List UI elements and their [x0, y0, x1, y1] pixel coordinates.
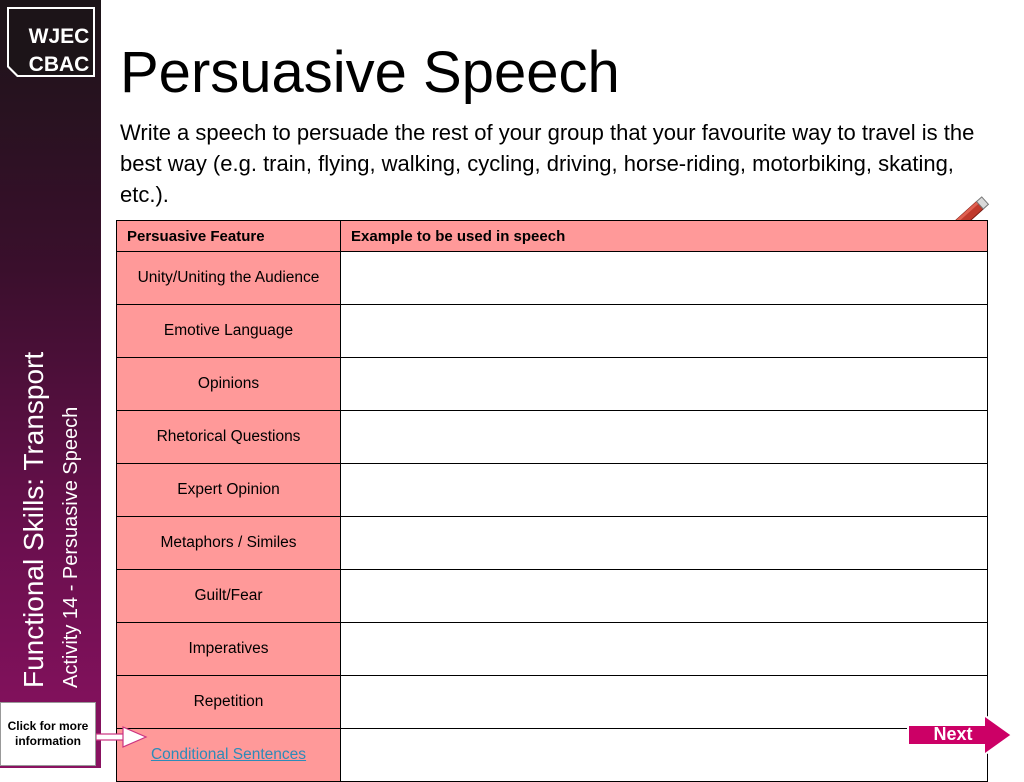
table-row: Unity/Uniting the Audience	[116, 251, 988, 305]
table-row: Rhetorical Questions	[116, 410, 988, 464]
next-button[interactable]: Next	[906, 724, 1000, 745]
table-row: Expert Opinion	[116, 463, 988, 517]
column-header-example: Example to be used in speech	[340, 220, 988, 252]
feature-cell: Repetition	[116, 675, 341, 729]
example-cell[interactable]	[340, 304, 988, 358]
table-row: Guilt/Fear	[116, 569, 988, 623]
feature-cell: Conditional Sentences	[116, 728, 341, 782]
example-cell[interactable]	[340, 410, 988, 464]
table-row: Conditional Sentences	[116, 728, 988, 782]
table-row: Metaphors / Similes	[116, 516, 988, 570]
activity-title: Activity 14 - Persuasive Speech	[60, 406, 82, 688]
persuasive-features-table: Persuasive Feature Example to be used in…	[116, 220, 988, 782]
feature-cell: Opinions	[116, 357, 341, 411]
more-information-label: Click for more information	[7, 719, 89, 748]
example-cell[interactable]	[340, 728, 988, 782]
task-instructions: Write a speech to persuade the rest of y…	[120, 120, 975, 207]
feature-cell: Expert Opinion	[116, 463, 341, 517]
table-row: Imperatives	[116, 622, 988, 676]
sidebar: WJEC CBAC Functional Skills: Transport A…	[0, 0, 101, 768]
table-row: Opinions	[116, 357, 988, 411]
column-header-feature: Persuasive Feature	[116, 220, 341, 252]
feature-cell: Emotive Language	[116, 304, 341, 358]
more-information-button[interactable]: Click for more information	[0, 702, 96, 766]
example-cell[interactable]	[340, 357, 988, 411]
table-row: Repetition	[116, 675, 988, 729]
course-title: Functional Skills: Transport	[18, 351, 49, 688]
feature-cell: Imperatives	[116, 622, 341, 676]
example-cell[interactable]	[340, 463, 988, 517]
wjec-cbac-logo: WJEC CBAC	[3, 3, 99, 83]
feature-cell: Unity/Uniting the Audience	[116, 251, 341, 305]
table-header-row: Persuasive Feature Example to be used in…	[116, 220, 988, 252]
conditional-sentences-link[interactable]: Conditional Sentences	[151, 746, 306, 763]
example-cell[interactable]	[340, 622, 988, 676]
svg-text:CBAC: CBAC	[29, 53, 90, 76]
svg-text:WJEC: WJEC	[29, 25, 90, 48]
example-cell[interactable]	[340, 516, 988, 570]
page-title: Persuasive Speech	[120, 40, 620, 105]
feature-cell: Rhetorical Questions	[116, 410, 341, 464]
example-cell[interactable]	[340, 251, 988, 305]
example-cell[interactable]	[340, 675, 988, 729]
arrow-right-icon	[95, 726, 148, 753]
feature-cell: Metaphors / Similes	[116, 516, 341, 570]
feature-cell: Guilt/Fear	[116, 569, 341, 623]
table-row: Emotive Language	[116, 304, 988, 358]
example-cell[interactable]	[340, 569, 988, 623]
